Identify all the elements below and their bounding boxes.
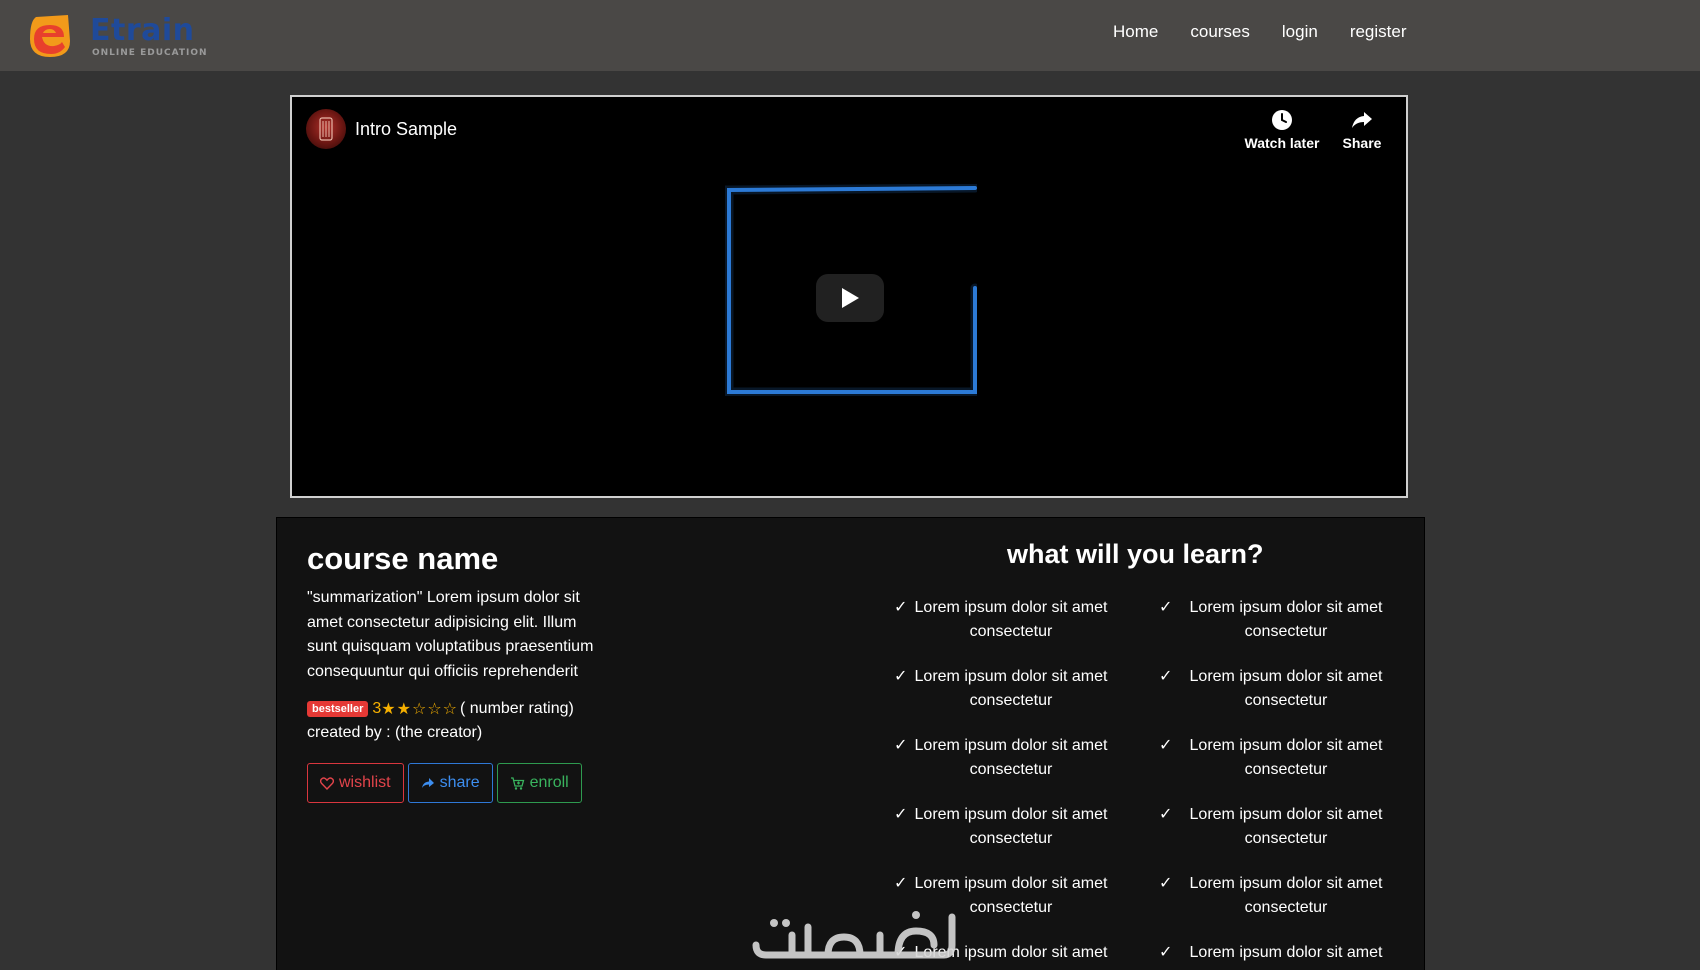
channel-avatar-icon xyxy=(319,117,333,141)
nav-courses[interactable]: courses xyxy=(1190,22,1250,44)
course-share-button[interactable]: share xyxy=(407,763,493,803)
nav-home[interactable]: Home xyxy=(1113,22,1158,44)
heart-icon xyxy=(320,776,334,790)
watch-later-label: Watch later xyxy=(1244,135,1320,151)
learn-item: ✓ Lorem ipsum dolor sit amet consectetur xyxy=(894,803,1134,851)
check-icon: ✓ xyxy=(1159,668,1173,685)
learn-title: what will you learn? xyxy=(1007,539,1264,569)
enroll-label: enroll xyxy=(529,774,569,791)
wishlist-label: wishlist xyxy=(339,774,391,791)
learn-item: ✓ Lorem ipsum dolor sit amet consectetur xyxy=(1159,665,1399,713)
share-arrow-icon xyxy=(1352,112,1372,128)
rating-row: bestseller 3 ★★☆☆☆ ( number rating) xyxy=(307,699,574,719)
rating-value: 3 xyxy=(372,700,382,717)
etrain-logo-icon xyxy=(30,15,70,57)
share-icon xyxy=(421,778,434,788)
video-player[interactable]: Intro Sample Watch later Share xyxy=(290,95,1408,498)
check-icon: ✓ xyxy=(1159,944,1173,961)
rating-count: ( number rating) xyxy=(460,700,574,717)
brand-tagline: ONLINE EDUCATION xyxy=(92,48,208,58)
learn-item: ✓ Lorem ipsum dolor sit amet consectetur xyxy=(894,596,1134,644)
course-card: course name "summarization" Lorem ipsum … xyxy=(276,517,1425,970)
nav-login[interactable]: login xyxy=(1282,22,1318,44)
check-icon: ✓ xyxy=(1159,875,1173,892)
video-share-button[interactable]: Share xyxy=(1322,109,1402,151)
brand-name: Etrain xyxy=(90,13,195,48)
share-label: share xyxy=(439,774,480,791)
course-actions: wishlist share enroll xyxy=(307,763,586,803)
check-icon: ✓ xyxy=(894,875,908,892)
check-icon: ✓ xyxy=(894,599,908,616)
course-name: course name xyxy=(307,541,499,576)
watch-later-button[interactable]: Watch later xyxy=(1242,109,1322,151)
check-icon: ✓ xyxy=(1159,737,1173,754)
check-icon: ✓ xyxy=(894,806,908,823)
navbar: Etrain ONLINE EDUCATION Home courses log… xyxy=(0,0,1700,71)
course-summary: "summarization" Lorem ipsum dolor sit am… xyxy=(307,589,594,680)
channel-avatar[interactable] xyxy=(306,109,346,149)
video-title[interactable]: Intro Sample xyxy=(355,119,457,140)
cart-icon xyxy=(510,776,524,790)
clock-icon xyxy=(1272,110,1292,130)
bestseller-badge: bestseller xyxy=(307,701,369,717)
rating-stars: ★★☆☆☆ xyxy=(381,701,458,718)
wishlist-button[interactable]: wishlist xyxy=(307,763,404,803)
play-button[interactable] xyxy=(816,274,884,322)
nav-links: Home courses login register xyxy=(1113,22,1439,44)
check-icon: ✓ xyxy=(1159,806,1173,823)
learn-item: ✓ Lorem ipsum dolor sit amet consectetur xyxy=(1159,803,1399,851)
check-icon: ✓ xyxy=(894,737,908,754)
play-icon xyxy=(842,288,859,308)
check-icon: ✓ xyxy=(894,668,908,685)
enroll-button[interactable]: enroll xyxy=(496,763,582,803)
nav-register[interactable]: register xyxy=(1350,22,1407,44)
video-share-label: Share xyxy=(1342,135,1382,151)
learn-item: ✓ Lorem ipsum dolor sit amet consectetur xyxy=(894,665,1134,713)
check-icon: ✓ xyxy=(1159,599,1173,616)
created-by: created by : (the creator) xyxy=(307,724,483,741)
learn-item: ✓ Lorem ipsum dolor sit amet consectetur xyxy=(1159,734,1399,782)
learn-item: ✓ Lorem ipsum dolor sit amet consectetur xyxy=(894,734,1134,782)
khamsat-watermark-logo xyxy=(752,911,956,959)
learn-item: ✓ Lorem ipsum dolor sit amet consectetur xyxy=(1159,596,1399,644)
learn-item: ✓ Lorem ipsum dolor sit amet consectetur xyxy=(1159,872,1399,920)
learn-item: ✓ Lorem ipsum dolor sit amet xyxy=(1159,941,1399,965)
